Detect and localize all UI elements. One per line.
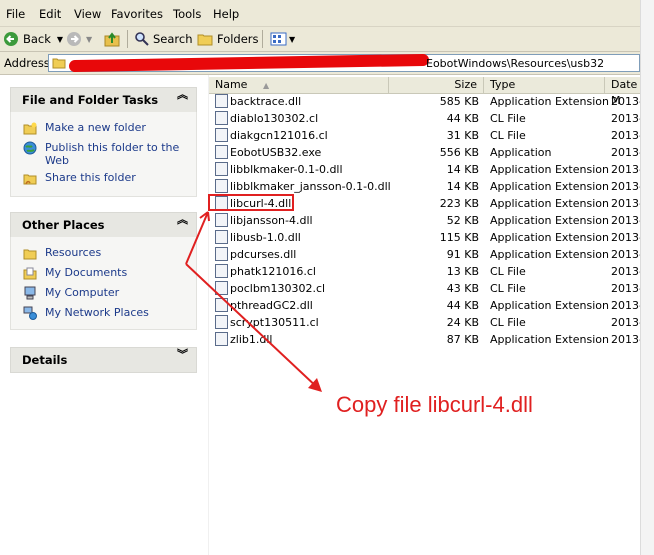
- right-edge-panel: [640, 0, 654, 555]
- annotation-arrows: [185, 211, 322, 392]
- annotation-text: Copy file libcurl-4.dll: [336, 392, 533, 417]
